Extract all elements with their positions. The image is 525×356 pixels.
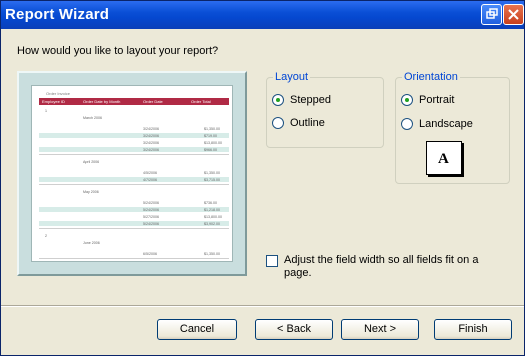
preview-month: March 2006 bbox=[83, 116, 102, 120]
preview-total-cell: $3,715.00 bbox=[204, 177, 220, 182]
preview-date-cell: 5/24/2006 bbox=[143, 221, 159, 226]
radio-stepped[interactable]: Stepped bbox=[272, 93, 331, 107]
preview-month: June 2006 bbox=[83, 241, 100, 245]
orientation-legend: Orientation bbox=[404, 71, 458, 83]
title-bar[interactable]: Report Wizard bbox=[1, 1, 524, 29]
close-button[interactable] bbox=[503, 4, 524, 25]
restore-button[interactable] bbox=[481, 4, 502, 25]
preview-data-row: 5/24/2006 $3,902.00 bbox=[39, 221, 229, 226]
preview-header-cell: Order Total bbox=[191, 99, 211, 104]
radio-outline[interactable]: Outline bbox=[272, 116, 325, 130]
preview-page: Order Invoice Employee ID Order Date by … bbox=[31, 85, 233, 262]
preview-total-cell: $1,350.00 bbox=[204, 170, 220, 175]
preview-date-cell: 5/27/2006 bbox=[143, 214, 159, 219]
preview-data-row: 5/24/2006 $1,218.00 bbox=[39, 207, 229, 212]
preview-date-cell: 4/7/2006 bbox=[143, 177, 157, 182]
preview-group-id: 1 bbox=[45, 109, 47, 113]
page-letter: A bbox=[438, 151, 449, 167]
preview-total-cell: $966.00 bbox=[204, 147, 217, 152]
preview-data-row: 4/7/2006 $3,715.00 bbox=[39, 177, 229, 182]
preview-data-row: 5/24/2006 $736.00 bbox=[39, 200, 229, 205]
preview-date-cell: 3/24/2006 bbox=[143, 133, 159, 138]
preview-group-id: 2 bbox=[45, 234, 47, 238]
preview-data-row: 6/5/2006 $1,350.00 bbox=[39, 251, 229, 256]
radio-label: Portrait bbox=[419, 94, 455, 106]
preview-separator bbox=[39, 258, 229, 259]
preview-total-cell: $736.00 bbox=[204, 200, 217, 205]
preview-data-row: 3/24/2006 $719.00 bbox=[39, 133, 229, 138]
preview-data-row: 3/24/2006 $1,350.00 bbox=[39, 126, 229, 131]
preview-report-title: Order Invoice bbox=[46, 91, 71, 96]
preview-total-cell: $719.00 bbox=[204, 133, 217, 138]
layout-legend: Layout bbox=[275, 71, 309, 83]
preview-header-cell: Order Date bbox=[143, 99, 163, 104]
preview-separator bbox=[39, 154, 229, 155]
layout-preview: Order Invoice Employee ID Order Date by … bbox=[17, 71, 247, 276]
wizard-prompt: How would you like to layout your report… bbox=[17, 45, 219, 57]
preview-date-cell: 3/24/2006 bbox=[143, 140, 159, 145]
preview-total-cell: $3,902.00 bbox=[204, 221, 220, 226]
checkbox-label: Adjust the field width so all fields fit… bbox=[284, 254, 479, 279]
preview-month: May 2006 bbox=[83, 190, 99, 194]
report-wizard-window: Report Wizard How would you like to layo… bbox=[0, 0, 525, 356]
radio-portrait[interactable]: Portrait bbox=[401, 93, 454, 107]
layout-group: Layout bbox=[266, 71, 384, 148]
back-button[interactable]: < Back bbox=[255, 319, 333, 340]
radio-dot bbox=[401, 118, 413, 130]
checkbox-box[interactable] bbox=[266, 255, 278, 267]
preview-date-cell: 3/24/2006 bbox=[143, 126, 159, 131]
preview-data-row: 3/24/2006 $13,800.00 bbox=[39, 140, 229, 145]
preview-data-row: 3/24/2006 $966.00 bbox=[39, 147, 229, 152]
preview-data-row: 5/27/2006 $13,800.00 bbox=[39, 214, 229, 219]
close-icon bbox=[508, 9, 519, 20]
preview-total-cell: $13,800.00 bbox=[204, 140, 222, 145]
radio-dot bbox=[401, 94, 413, 106]
portrait-page-icon: A bbox=[426, 141, 462, 175]
preview-date-cell: 4/5/2006 bbox=[143, 170, 157, 175]
preview-header-cell: Order Date by Month bbox=[83, 99, 121, 104]
button-divider bbox=[1, 305, 524, 307]
preview-total-cell: $1,218.00 bbox=[204, 207, 220, 212]
radio-label: Outline bbox=[290, 117, 325, 129]
radio-landscape[interactable]: Landscape bbox=[401, 117, 473, 131]
preview-data-row: 4/5/2006 $1,350.00 bbox=[39, 170, 229, 175]
radio-dot bbox=[272, 94, 284, 106]
preview-date-cell: 5/24/2006 bbox=[143, 207, 159, 212]
preview-header-cell: Employee ID bbox=[42, 99, 65, 104]
finish-button[interactable]: Finish bbox=[434, 319, 512, 340]
cancel-button[interactable]: Cancel bbox=[157, 319, 237, 340]
preview-header-row: Employee ID Order Date by Month Order Da… bbox=[39, 98, 229, 105]
preview-month: April 2006 bbox=[83, 160, 100, 164]
restore-icon bbox=[486, 8, 498, 19]
preview-total-cell: $1,350.00 bbox=[204, 126, 220, 131]
preview-separator bbox=[39, 228, 229, 229]
preview-total-cell: $1,350.00 bbox=[204, 251, 220, 256]
preview-separator bbox=[39, 184, 229, 185]
preview-date-cell: 3/24/2006 bbox=[143, 147, 159, 152]
next-button[interactable]: Next > bbox=[341, 319, 419, 340]
radio-dot bbox=[272, 117, 284, 129]
radio-label: Landscape bbox=[419, 118, 473, 130]
window-title: Report Wizard bbox=[5, 6, 110, 23]
preview-date-cell: 6/5/2006 bbox=[143, 251, 157, 256]
radio-label: Stepped bbox=[290, 94, 331, 106]
preview-total-cell: $13,800.00 bbox=[204, 214, 222, 219]
preview-date-cell: 5/24/2006 bbox=[143, 200, 159, 205]
